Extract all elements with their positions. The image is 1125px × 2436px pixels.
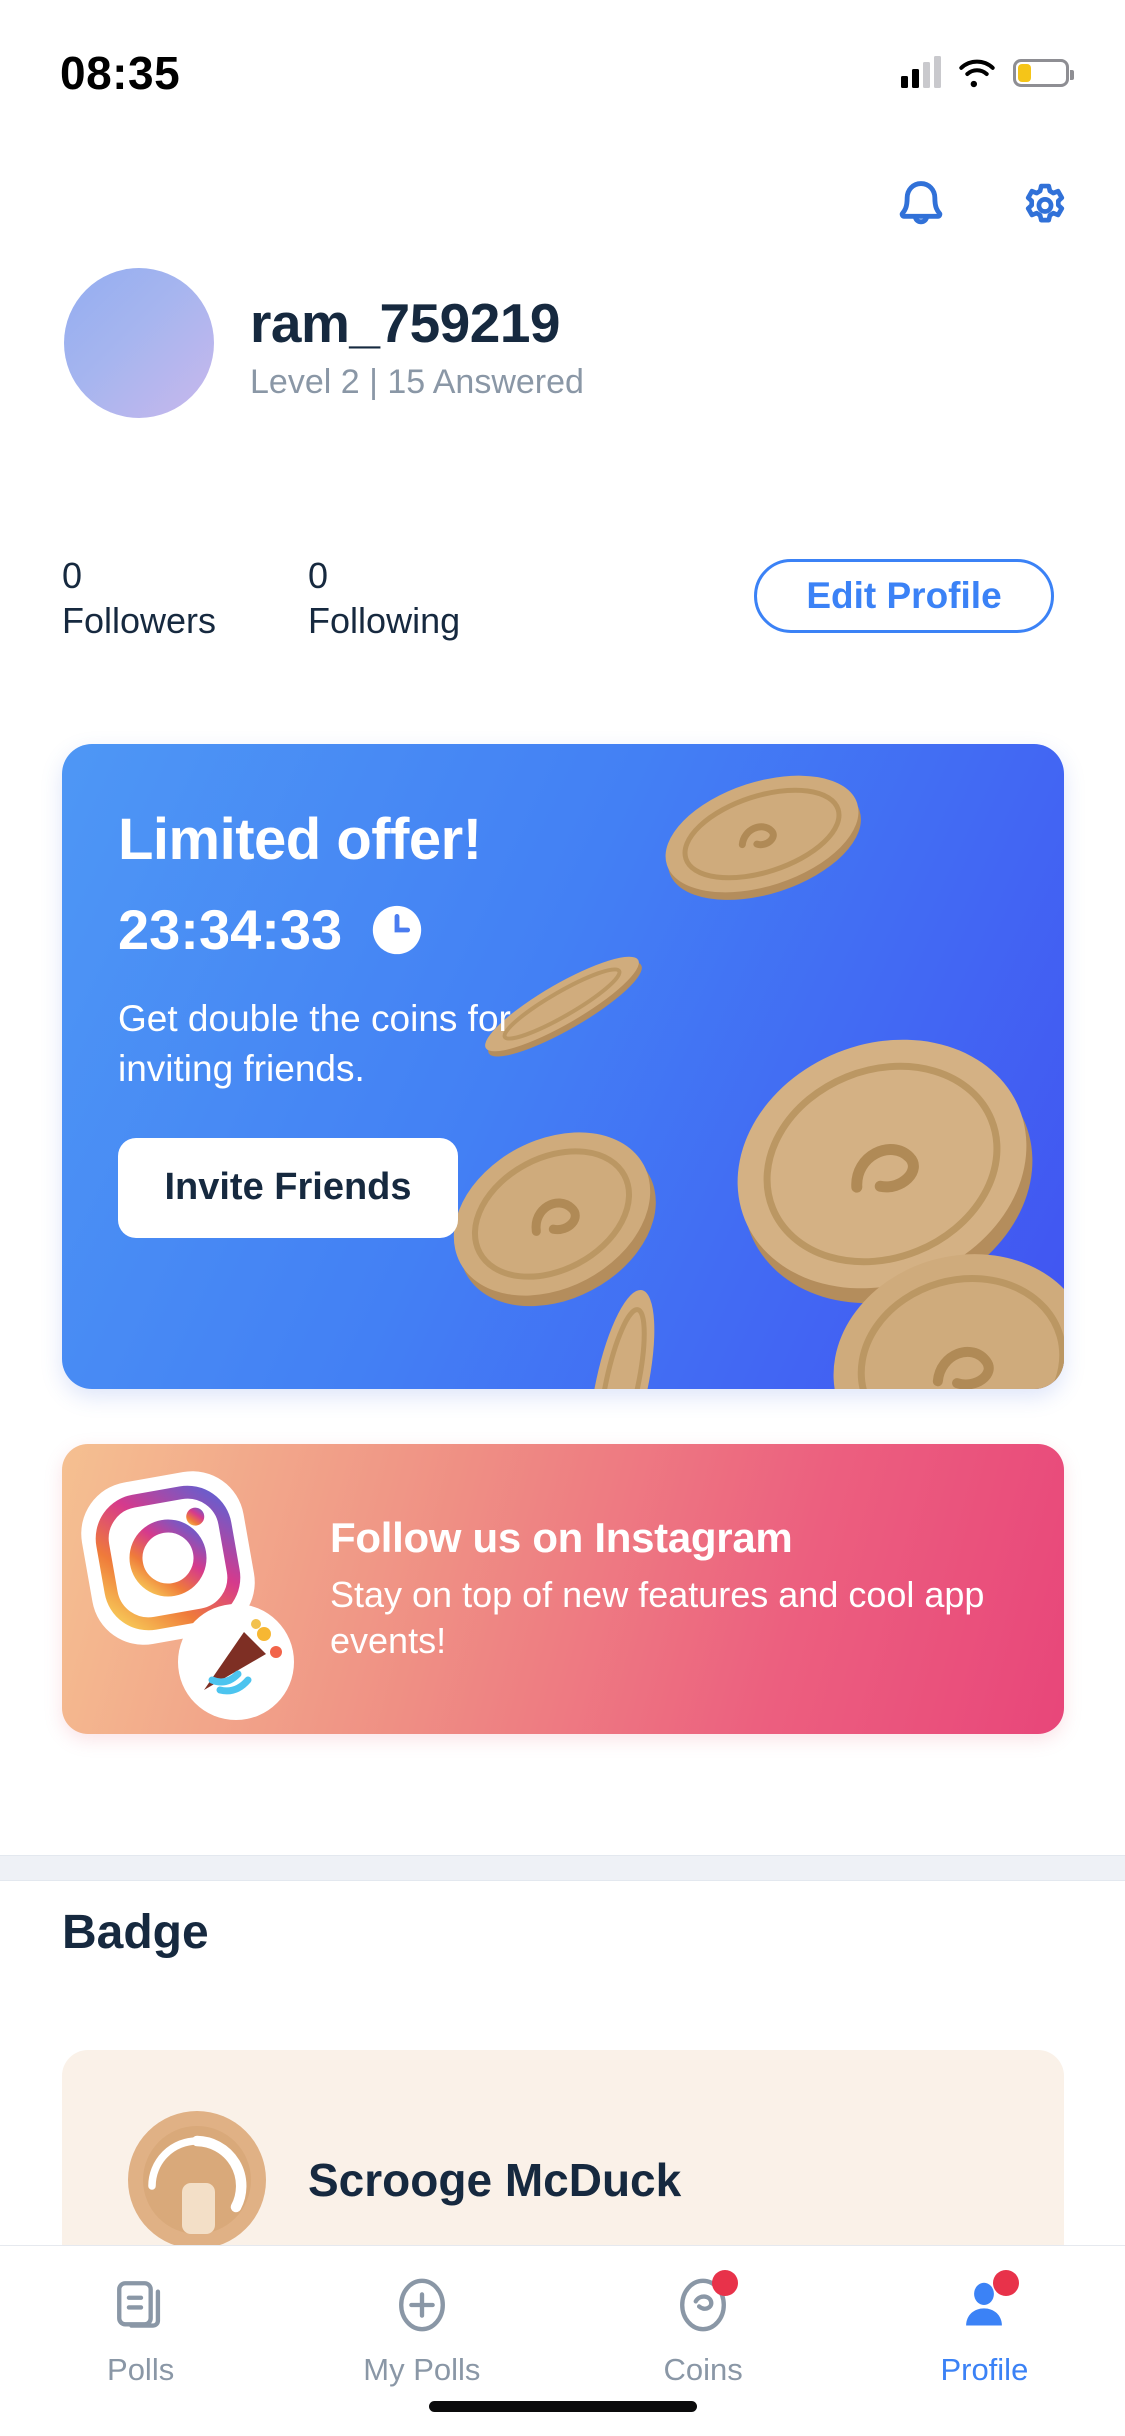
instagram-card[interactable]: Follow us on Instagram Stay on top of ne… (62, 1444, 1064, 1734)
coin-badge-icon (128, 2111, 266, 2249)
badge-name: Scrooge McDuck (308, 2154, 682, 2206)
badge-section-title: Badge (62, 1906, 209, 1959)
offer-heading: Limited offer! (118, 807, 482, 872)
header-actions (889, 176, 1077, 240)
instagram-card-text: Follow us on Instagram Stay on top of ne… (330, 1514, 1064, 1664)
coin-icon (670, 2270, 739, 2338)
status-bar: 08:35 (0, 0, 1125, 132)
polls-icon (108, 2272, 174, 2338)
countdown-value: 23:34:33 (118, 898, 343, 961)
instagram-card-artwork (62, 1444, 330, 1734)
section-divider (0, 1855, 1125, 1881)
tab-my-polls-label: My Polls (363, 2352, 481, 2387)
profile-level: Level 2 | 15 Answered (250, 362, 584, 401)
plus-circle-icon (389, 2272, 455, 2338)
avatar[interactable] (64, 268, 214, 418)
status-bar-indicators (901, 56, 1074, 88)
instagram-subtitle: Stay on top of new features and cool app… (330, 1573, 985, 1661)
following-label: Following (308, 600, 461, 641)
tab-coins-label: Coins (663, 2352, 743, 2387)
tab-profile[interactable]: Profile (844, 2246, 1125, 2436)
invite-friends-button[interactable]: Invite Friends (118, 1137, 458, 1238)
username: ram_759219 (250, 291, 561, 354)
wifi-icon (959, 59, 995, 88)
signal-bars-icon (901, 56, 941, 88)
followers-label: Followers (62, 600, 217, 641)
party-popper-icon (178, 1604, 294, 1720)
tab-polls-label: Polls (107, 2352, 175, 2387)
edit-profile-button[interactable]: Edit Profile (754, 559, 1054, 633)
tab-polls[interactable]: Polls (0, 2246, 281, 2436)
profile-identity: ram_759219 Level 2 | 15 Answered (250, 285, 584, 402)
battery-low-icon (1013, 59, 1074, 87)
offer-subtitle: Get double the coins for inviting friend… (118, 998, 511, 1089)
followers-count: 0 (62, 555, 83, 596)
status-bar-time: 08:35 (60, 47, 181, 99)
coins-notification-dot (712, 2270, 739, 2296)
profile-header: ram_759219 Level 2 | 15 Answered (64, 268, 584, 418)
bell-icon[interactable] (889, 176, 953, 240)
stat-following[interactable]: 0 Following (308, 553, 460, 643)
profile-stats: 0 Followers 0 Following Edit Profile (62, 553, 1062, 643)
stat-followers[interactable]: 0 Followers (62, 553, 216, 643)
offer-content: Limited offer! 23:34:33 Get double the c… (118, 806, 588, 1238)
following-count: 0 (308, 555, 329, 596)
instagram-heading: Follow us on Instagram (330, 1513, 793, 1561)
person-icon (951, 2270, 1020, 2338)
profile-notification-dot (993, 2270, 1020, 2296)
offer-countdown: 23:34:33 (118, 897, 588, 962)
tab-profile-label: Profile (940, 2352, 1029, 2387)
clock-icon (373, 905, 422, 954)
limited-offer-card[interactable]: Limited offer! 23:34:33 Get double the c… (62, 744, 1064, 1389)
home-indicator (428, 2401, 697, 2412)
gear-icon[interactable] (1013, 176, 1077, 240)
